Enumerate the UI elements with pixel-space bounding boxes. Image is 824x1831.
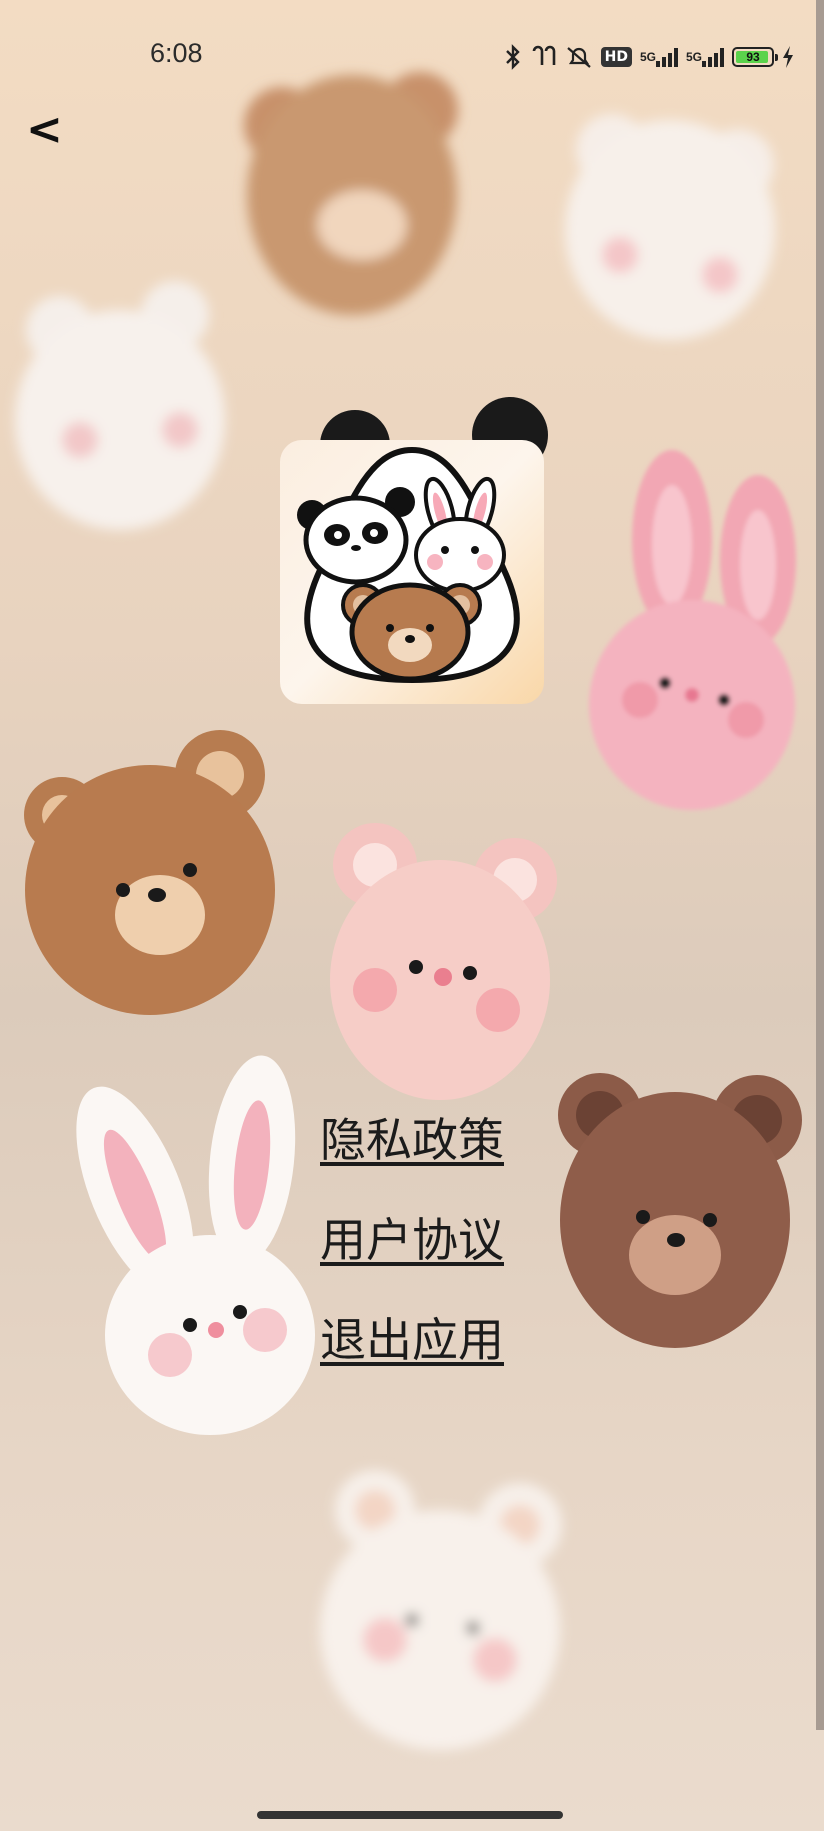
wallpaper-animals [15, 72, 802, 1750]
scrollbar-track [816, 0, 824, 1730]
app-logo [280, 440, 544, 704]
5g-signal-icon: 5G [640, 47, 678, 67]
status-bar: 6:08 HD 5G 5G 93 [0, 0, 824, 110]
charging-icon [782, 46, 794, 68]
status-time: 6:08 [150, 38, 203, 68]
privacy-policy-link[interactable]: 隐私政策 [312, 1090, 512, 1190]
user-agreement-link[interactable]: 用户协议 [312, 1190, 512, 1290]
battery-icon: 93 [732, 47, 778, 67]
status-icons: HD 5G 5G 93 [503, 40, 794, 74]
hd-icon: HD [600, 47, 632, 67]
exit-app-link[interactable]: 退出应用 [312, 1290, 512, 1390]
settings-menu: 隐私政策 用户协议 退出应用 [0, 1090, 824, 1390]
home-indicator[interactable] [257, 1811, 563, 1819]
5g-signal-icon: 5G [686, 47, 724, 67]
back-button[interactable]: < [26, 100, 86, 160]
earbuds-icon [531, 45, 557, 69]
muted-bell-icon [565, 45, 593, 69]
bluetooth-icon [503, 44, 523, 70]
